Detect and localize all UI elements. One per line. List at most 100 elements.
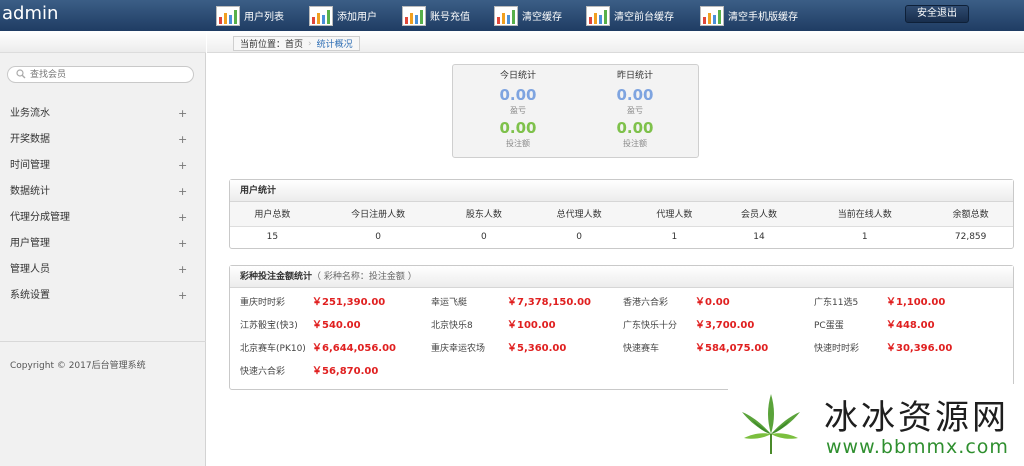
expand-plus-icon[interactable]: +	[178, 257, 187, 283]
lottery-amount: ￥1,100.00	[886, 297, 946, 308]
today-stats: 今日统计 0.00 盈亏 0.00 投注额	[463, 69, 573, 149]
yesterday-stats: 昨日统计 0.00 盈亏 0.00 投注额	[580, 69, 690, 149]
member-search[interactable]	[7, 66, 194, 83]
breadcrumb-current[interactable]: 统计概况	[317, 37, 353, 50]
watermark: 冰冰资源网 www.bbmmx.com	[728, 384, 1024, 466]
table-cell: 0	[576, 232, 582, 243]
lottery-item: PC蛋蛋 ￥448.00	[814, 316, 935, 336]
breadcrumb-bar: 当前位置：首页 › 统计概况	[207, 31, 1024, 53]
table-cell: 0	[375, 232, 381, 243]
lottery-name: 重庆时时彩	[240, 298, 286, 308]
sidebar-item-label: 时间管理	[10, 160, 50, 171]
today-profit-label: 盈亏	[510, 106, 526, 115]
watermark-title: 冰冰资源网	[824, 398, 1009, 438]
column-header: 会员人数	[716, 202, 802, 227]
yesterday-bet-value: 0.00	[616, 119, 654, 137]
lottery-amount: ￥56,870.00	[312, 366, 379, 377]
lottery-name: 快速赛车	[623, 344, 660, 354]
lottery-item: 江苏骰宝(快3) ￥540.00	[240, 316, 361, 336]
yesterday-profit-label: 盈亏	[627, 106, 643, 115]
lottery-amount: ￥448.00	[886, 320, 935, 331]
search-icon	[16, 69, 26, 79]
column-header: 当前在线人数	[801, 202, 929, 227]
logout-button[interactable]: 安全退出	[905, 5, 969, 23]
lottery-item: 北京赛车(PK10) ￥6,644,056.00	[240, 339, 396, 359]
sidebar-item-1[interactable]: 开奖数据 +	[0, 127, 206, 153]
topnav-label: 清空手机版缓存	[728, 12, 798, 23]
table-cell: 1	[861, 232, 868, 243]
lottery-amount: ￥30,396.00	[886, 343, 953, 354]
user-stats-box: 用户统计 用户总数 今日注册人数 股东人数 总代理人数 代理人数 会员人数 当前在线人数 余额…	[229, 179, 1014, 249]
expand-plus-icon[interactable]: +	[178, 283, 187, 309]
sidebar-menu: 业务流水 + 开奖数据 + 时间管理 + 数据统计 + 代理分成管理 + 用户管理 + 管理人员 + 系统设…	[0, 101, 206, 309]
sidebar-item-0[interactable]: 业务流水 +	[0, 101, 206, 127]
user-stats-title: 用户统计	[230, 180, 1013, 202]
topnav-item-0[interactable]: 用户列表	[216, 0, 309, 31]
topnav-label: 用户列表	[244, 12, 284, 23]
sidebar-item-4[interactable]: 代理分成管理 +	[0, 205, 206, 231]
lottery-amount: ￥3,700.00	[695, 320, 755, 331]
sidebar: 业务流水+开奖数据+时间管理+数据统计+代理分成管理+用户管理+管理人员+系统设…	[0, 31, 206, 466]
expand-plus-icon[interactable]: +	[178, 231, 187, 257]
search-input[interactable]	[30, 68, 180, 81]
column-header: 总代理人数	[526, 202, 633, 227]
sidebar-header-strip	[0, 31, 206, 53]
lottery-name: 快速六合彩	[240, 367, 286, 377]
sidebar-item-label: 用户管理	[10, 238, 50, 249]
table-cell: 0	[481, 232, 487, 243]
column-header: 用户总数	[230, 202, 315, 227]
top-nav: 用户列表 添加用户 账号充值 清空缓存 清空前台缓存 清空手机版缓存	[216, 0, 798, 31]
lottery-item: 重庆时时彩 ￥251,390.00	[240, 293, 385, 313]
topnav-item-1[interactable]: 添加用户	[309, 0, 402, 31]
topnav-item-2[interactable]: 账号充值	[402, 0, 494, 31]
topnav-label: 添加用户	[337, 12, 377, 23]
lottery-stats-subtitle: （ 彩种名称：投注金额 ）	[312, 272, 417, 282]
bar-chart-icon	[402, 5, 426, 26]
sidebar-item-label: 业务流水	[10, 108, 50, 119]
lottery-name: 广东快乐十分	[623, 321, 678, 331]
lottery-stats-title: 彩种投注金额统计	[240, 272, 313, 282]
expand-plus-icon[interactable]: +	[178, 153, 187, 179]
lottery-name: 江苏骰宝(快3)	[240, 321, 298, 331]
breadcrumb-home[interactable]: 当前位置：首页	[240, 37, 303, 50]
breadcrumb: 当前位置：首页 › 统计概况	[233, 36, 360, 51]
column-header: 代理人数	[632, 202, 717, 227]
leaf-logo-icon	[742, 394, 800, 454]
column-header: 余额总数	[928, 202, 1013, 227]
lottery-name: 北京快乐8	[431, 321, 473, 331]
sidebar-item-6[interactable]: 管理人员 +	[0, 257, 206, 283]
sidebar-item-label: 管理人员	[10, 264, 50, 275]
sidebar-item-2[interactable]: 时间管理 +	[0, 153, 206, 179]
expand-plus-icon[interactable]: +	[178, 205, 187, 231]
watermark-url: www.bbmmx.com	[826, 436, 1009, 458]
table-cell: 15	[266, 232, 279, 243]
column-header: 股东人数	[441, 202, 527, 227]
sidebar-item-7[interactable]: 系统设置 +	[0, 283, 206, 309]
lottery-item: 广东快乐十分 ￥3,700.00	[623, 316, 754, 336]
lottery-item: 香港六合彩 ￥0.00	[623, 293, 730, 313]
breadcrumb-separator-icon: ›	[308, 38, 312, 49]
expand-plus-icon[interactable]: +	[178, 127, 187, 153]
lottery-name: PC蛋蛋	[814, 321, 844, 331]
expand-plus-icon[interactable]: +	[178, 179, 187, 205]
table-row: 15 0 0 0 1 14 1 72,859	[230, 226, 1013, 248]
lottery-stats-header: 彩种投注金额统计（ 彩种名称：投注金额 ）	[230, 266, 1013, 288]
table-cell: 1	[671, 232, 678, 243]
lottery-amount: ￥6,644,056.00	[312, 343, 397, 354]
bar-chart-icon	[494, 5, 518, 26]
topnav-item-3[interactable]: 清空缓存	[494, 0, 586, 31]
sidebar-divider	[0, 341, 206, 342]
expand-plus-icon[interactable]: +	[178, 101, 187, 127]
lottery-name: 幸运飞艇	[431, 298, 468, 308]
sidebar-item-5[interactable]: 用户管理 +	[0, 231, 206, 257]
lottery-amount: ￥540.00	[312, 320, 361, 331]
sidebar-item-3[interactable]: 数据统计 +	[0, 179, 206, 205]
today-profit-value: 0.00	[499, 86, 537, 104]
topnav-item-4[interactable]: 清空前台缓存	[586, 0, 700, 31]
topnav-item-5[interactable]: 清空手机版缓存	[700, 0, 798, 31]
lottery-name: 香港六合彩	[623, 298, 669, 308]
lottery-name: 广东11选5	[814, 298, 859, 308]
table-cell: 14	[753, 232, 765, 243]
lottery-item: 重庆幸运农场 ￥5,360.00	[431, 339, 566, 359]
lottery-item: 北京快乐8 ￥100.00	[431, 316, 556, 336]
